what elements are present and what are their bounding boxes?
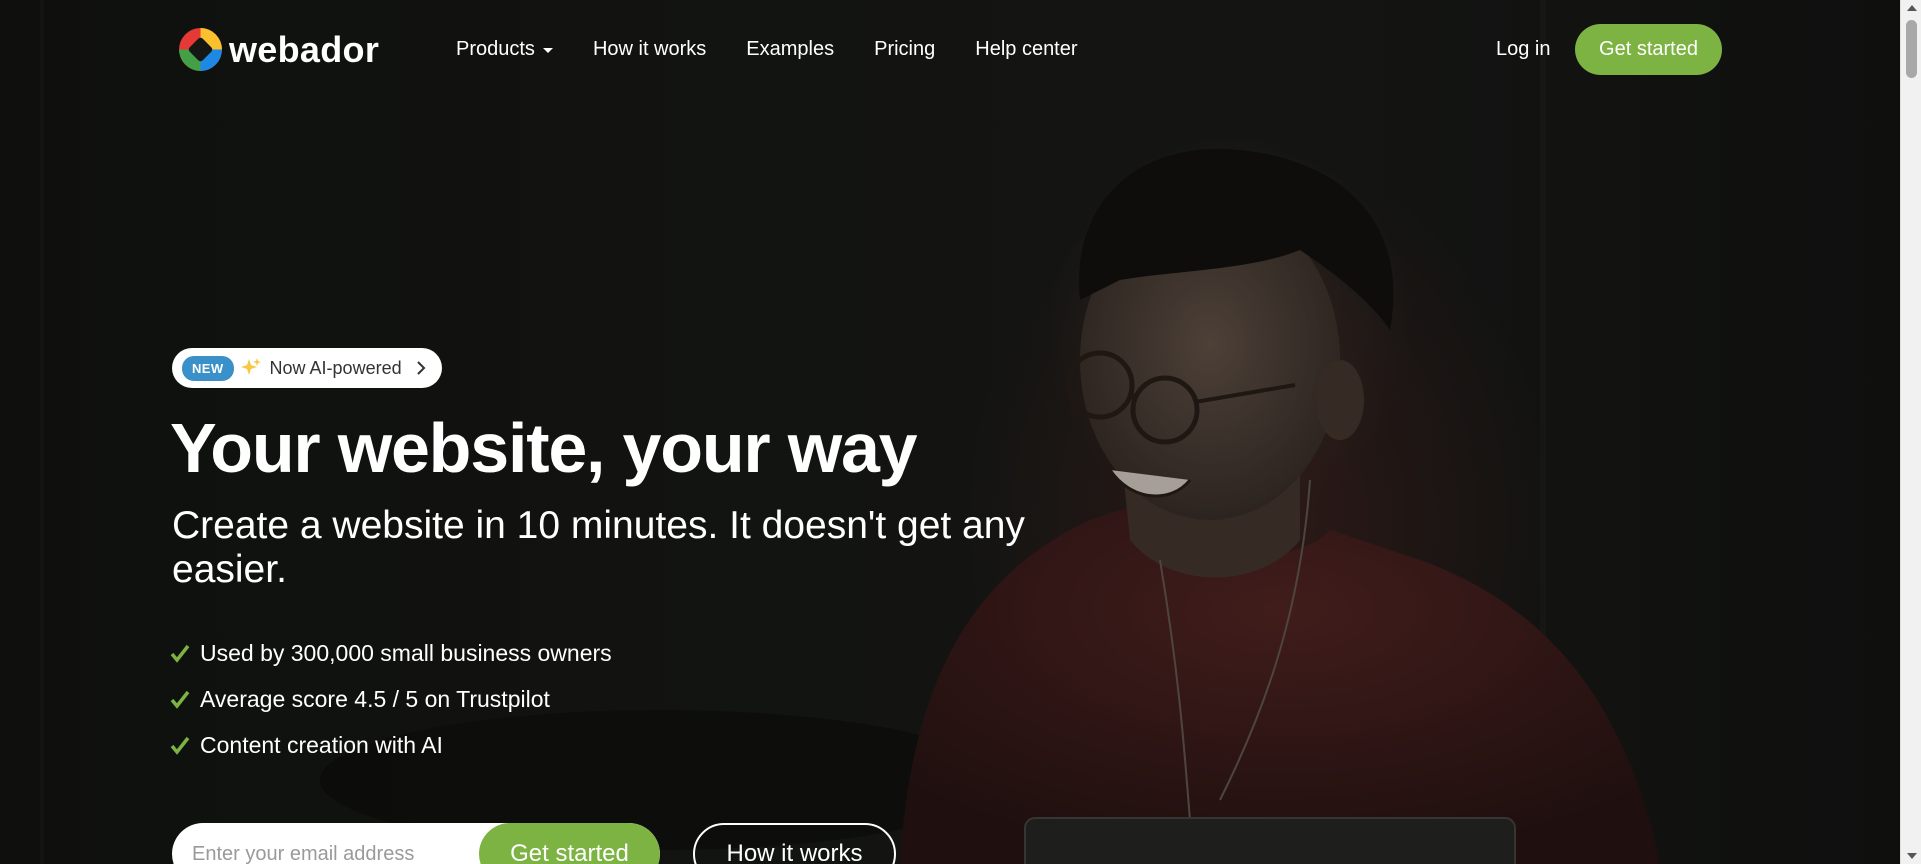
landing-page: webador Products How it works Examples P… [0, 0, 1921, 864]
nav-item-label: Products [456, 38, 535, 60]
email-input[interactable] [172, 823, 479, 864]
site-header: webador Products How it works Examples P… [0, 0, 1900, 98]
feature-text: Average score 4.5 / 5 on Trustpilot [200, 685, 550, 712]
hero-subtitle: Create a website in 10 minutes. It doesn… [172, 504, 1025, 591]
scroll-down-icon[interactable] [1907, 853, 1917, 859]
header-get-started-button[interactable]: Get started [1575, 24, 1722, 75]
brand-logo[interactable]: webador [178, 27, 379, 72]
feature-item: Average score 4.5 / 5 on Trustpilot [170, 676, 612, 722]
chevron-right-icon [416, 361, 426, 375]
nav-item-products[interactable]: Products [456, 38, 553, 61]
webador-logo-icon [179, 28, 222, 71]
chevron-down-icon [542, 48, 553, 53]
nav-item-pricing[interactable]: Pricing [874, 38, 935, 61]
feature-item: Used by 300,000 small business owners [170, 630, 612, 676]
signup-form: Get started [172, 823, 660, 864]
feature-text: Content creation with AI [200, 731, 443, 758]
check-icon [170, 644, 190, 663]
login-link[interactable]: Log in [1496, 38, 1551, 61]
nav-item-help-center[interactable]: Help center [975, 38, 1077, 61]
brand-name: webador [229, 28, 380, 70]
badge-text: Now AI-powered [269, 357, 402, 378]
feature-item: Content creation with AI [170, 722, 612, 768]
hero-title: Your website, your way [170, 409, 918, 487]
scroll-up-icon[interactable] [1907, 5, 1917, 11]
nav-item-how-it-works[interactable]: How it works [593, 38, 706, 61]
feature-text: Used by 300,000 small business owners [200, 639, 612, 666]
scrollbar-thumb[interactable] [1906, 20, 1917, 78]
how-it-works-button[interactable]: How it works [693, 823, 896, 864]
feature-list: Used by 300,000 small business owners Av… [170, 630, 612, 768]
ai-announcement-badge[interactable]: NEW Now AI-powered [172, 348, 442, 388]
check-icon [170, 690, 190, 709]
new-tag: NEW [182, 355, 234, 381]
main-nav: Products How it works Examples Pricing H… [456, 38, 1118, 61]
nav-item-examples[interactable]: Examples [746, 38, 834, 61]
sparkle-icon [240, 358, 261, 375]
page-scrollbar[interactable] [1900, 0, 1921, 864]
hero-get-started-button[interactable]: Get started [479, 823, 660, 864]
check-icon [170, 736, 190, 755]
